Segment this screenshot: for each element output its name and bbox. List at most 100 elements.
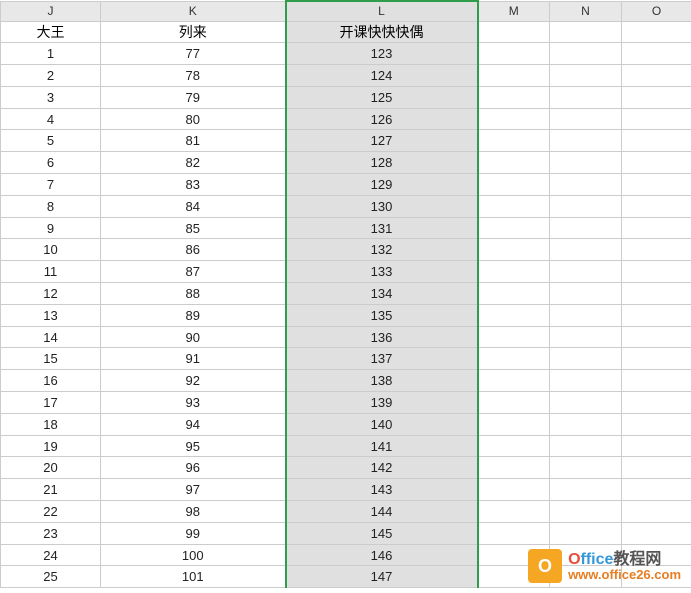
cell[interactable]	[478, 43, 550, 65]
cell[interactable]: 94	[101, 413, 286, 435]
cell[interactable]	[550, 501, 622, 523]
cell[interactable]: 3	[1, 86, 101, 108]
table-row[interactable]: 2298144	[1, 501, 691, 523]
cell[interactable]: 142	[286, 457, 478, 479]
cell[interactable]: 7	[1, 174, 101, 196]
table-row[interactable]: 985131	[1, 217, 691, 239]
table-row[interactable]: 379125	[1, 86, 691, 108]
cell[interactable]: 147	[286, 566, 478, 588]
cell[interactable]	[622, 108, 691, 130]
cell[interactable]: 87	[101, 261, 286, 283]
table-row[interactable]: 1288134	[1, 283, 691, 305]
cell[interactable]	[622, 86, 691, 108]
cell[interactable]	[622, 392, 691, 414]
cell[interactable]: 137	[286, 348, 478, 370]
cell[interactable]	[622, 195, 691, 217]
cell[interactable]: 101	[101, 566, 286, 588]
table-row[interactable]: 2197143	[1, 479, 691, 501]
cell[interactable]: 列来	[101, 21, 286, 43]
cell[interactable]: 141	[286, 435, 478, 457]
cell[interactable]	[622, 370, 691, 392]
cell[interactable]: 89	[101, 304, 286, 326]
cell[interactable]	[478, 65, 550, 87]
cell[interactable]	[622, 326, 691, 348]
cell[interactable]	[550, 348, 622, 370]
table-row[interactable]: 大王列来开课快快快偶	[1, 21, 691, 43]
cell[interactable]: 开课快快快偶	[286, 21, 478, 43]
cell[interactable]	[622, 348, 691, 370]
table-row[interactable]: 1995141	[1, 435, 691, 457]
cell[interactable]	[478, 217, 550, 239]
cell[interactable]	[478, 435, 550, 457]
cell[interactable]: 97	[101, 479, 286, 501]
cell[interactable]	[550, 392, 622, 414]
cell[interactable]	[478, 239, 550, 261]
cell[interactable]	[622, 435, 691, 457]
cell[interactable]	[478, 152, 550, 174]
cell[interactable]: 143	[286, 479, 478, 501]
cell[interactable]	[550, 370, 622, 392]
cell[interactable]	[550, 43, 622, 65]
cell[interactable]	[550, 261, 622, 283]
cell[interactable]	[550, 195, 622, 217]
cell[interactable]	[622, 65, 691, 87]
cell[interactable]	[550, 174, 622, 196]
cell[interactable]: 123	[286, 43, 478, 65]
col-header-N[interactable]: N	[550, 1, 622, 21]
col-header-M[interactable]: M	[478, 1, 550, 21]
cell[interactable]: 8	[1, 195, 101, 217]
cell[interactable]: 17	[1, 392, 101, 414]
cell[interactable]	[478, 413, 550, 435]
cell[interactable]: 129	[286, 174, 478, 196]
cell[interactable]	[550, 239, 622, 261]
cell[interactable]	[550, 65, 622, 87]
cell[interactable]	[550, 152, 622, 174]
cell[interactable]	[550, 457, 622, 479]
table-row[interactable]: 480126	[1, 108, 691, 130]
cell[interactable]: 19	[1, 435, 101, 457]
cell[interactable]: 95	[101, 435, 286, 457]
cell[interactable]: 84	[101, 195, 286, 217]
cell[interactable]	[550, 435, 622, 457]
cell[interactable]: 16	[1, 370, 101, 392]
cell[interactable]	[622, 21, 691, 43]
cell[interactable]: 126	[286, 108, 478, 130]
cell[interactable]: 5	[1, 130, 101, 152]
cell[interactable]	[622, 304, 691, 326]
cell[interactable]	[622, 130, 691, 152]
table-row[interactable]: 1894140	[1, 413, 691, 435]
cell[interactable]	[478, 304, 550, 326]
cell[interactable]	[622, 413, 691, 435]
cell[interactable]: 145	[286, 522, 478, 544]
cell[interactable]: 135	[286, 304, 478, 326]
cell[interactable]: 132	[286, 239, 478, 261]
cell[interactable]: 14	[1, 326, 101, 348]
table-row[interactable]: 1793139	[1, 392, 691, 414]
cell[interactable]	[478, 283, 550, 305]
cell[interactable]: 100	[101, 544, 286, 566]
cell[interactable]: 4	[1, 108, 101, 130]
col-header-O[interactable]: O	[622, 1, 691, 21]
cell[interactable]	[550, 283, 622, 305]
cell[interactable]: 134	[286, 283, 478, 305]
cell[interactable]: 91	[101, 348, 286, 370]
table-row[interactable]: 1389135	[1, 304, 691, 326]
cell[interactable]	[622, 152, 691, 174]
cell[interactable]: 79	[101, 86, 286, 108]
cell[interactable]	[622, 217, 691, 239]
cell[interactable]	[622, 261, 691, 283]
cell[interactable]	[550, 21, 622, 43]
table-row[interactable]: 682128	[1, 152, 691, 174]
cell[interactable]: 10	[1, 239, 101, 261]
cell[interactable]: 77	[101, 43, 286, 65]
table-row[interactable]: 1692138	[1, 370, 691, 392]
cell[interactable]	[622, 283, 691, 305]
cell[interactable]: 90	[101, 326, 286, 348]
cell[interactable]	[622, 174, 691, 196]
cell[interactable]: 83	[101, 174, 286, 196]
cell[interactable]	[550, 217, 622, 239]
table-row[interactable]: 581127	[1, 130, 691, 152]
cell[interactable]: 13	[1, 304, 101, 326]
cell[interactable]: 85	[101, 217, 286, 239]
cell[interactable]	[622, 457, 691, 479]
